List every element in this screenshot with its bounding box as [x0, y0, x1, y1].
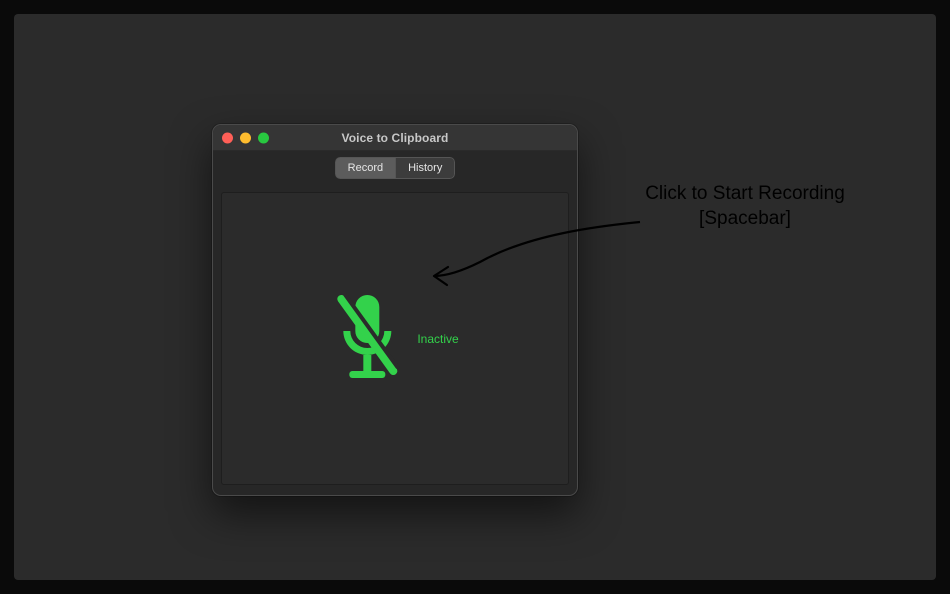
close-button[interactable] [222, 132, 233, 143]
content-area: Inactive [213, 186, 577, 495]
status-label: Inactive [417, 332, 458, 346]
traffic-lights [222, 132, 269, 143]
annotation-text: Click to Start Recording [Spacebar] [630, 182, 860, 231]
tab-record[interactable]: Record [335, 157, 395, 179]
tab-bar: Record History [213, 151, 577, 186]
record-panel: Inactive [221, 192, 569, 485]
zoom-button[interactable] [258, 132, 269, 143]
annotation-line-2: [Spacebar] [630, 207, 860, 232]
segmented-control: Record History [335, 157, 456, 179]
tab-history[interactable]: History [395, 157, 455, 179]
annotation-line-1: Click to Start Recording [630, 182, 860, 207]
background-stage: Voice to Clipboard Record History [14, 14, 936, 580]
window-titlebar: Voice to Clipboard [213, 125, 577, 151]
record-button[interactable]: Inactive [331, 293, 458, 385]
minimize-button[interactable] [240, 132, 251, 143]
app-window: Voice to Clipboard Record History [212, 124, 578, 496]
microphone-muted-icon [331, 293, 403, 385]
